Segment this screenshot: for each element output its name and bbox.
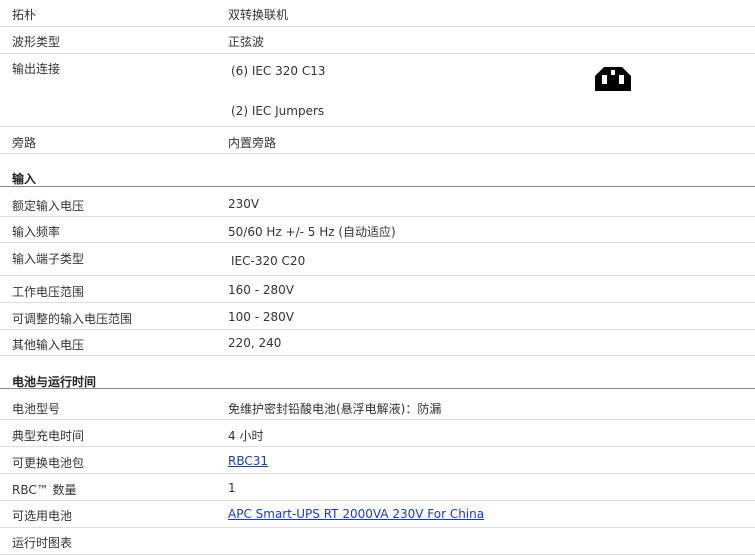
spec-value: 230V	[228, 197, 260, 211]
spec-label: 输入频率	[12, 225, 61, 239]
spec-row-input-connection-type: 输入端子类型 IEC-320 C20	[0, 243, 755, 276]
spec-value: 50/60 Hz +/- 5 Hz (自动适应)	[228, 225, 396, 239]
spec-value: 内置旁路	[228, 136, 277, 150]
spec-row-output-connections: 输出连接 (6) IEC 320 C13 (2) IEC Jumpers	[0, 54, 755, 127]
spec-label: 旁路	[12, 136, 37, 150]
spec-row-bypass: 旁路 内置旁路	[0, 127, 755, 154]
spec-value-2: (2) IEC Jumpers	[231, 104, 325, 118]
spec-label: 可选用电池	[12, 509, 73, 523]
spec-label: 输出连接	[12, 62, 61, 76]
spec-label: 电池型号	[12, 402, 61, 416]
spec-row-topology: 拓朴 双转换联机	[0, 0, 755, 27]
spec-label: 额定输入电压	[12, 199, 85, 213]
spec-value: 免维护密封铅酸电池(悬浮电解液)：防漏	[228, 402, 442, 416]
section-title: 电池与运行时间	[12, 375, 97, 389]
iec-c13-outlet-icon	[595, 67, 631, 91]
spec-row-input-voltage-range: 工作电压范围 160 - 280V	[0, 276, 755, 303]
spec-label: 典型充电时间	[12, 429, 85, 443]
spec-label: 拓朴	[12, 8, 37, 22]
spec-value: (6) IEC 320 C13	[231, 64, 326, 78]
spec-row-waveform: 波形类型 正弦波	[0, 27, 755, 54]
spec-value: 100 - 280V	[228, 310, 294, 324]
spec-value: IEC-320 C20	[231, 254, 306, 268]
spec-row-adjustable-input-voltage-range: 可调整的输入电压范围 100 - 280V	[0, 303, 755, 330]
spec-value: 双转换联机	[228, 8, 289, 22]
spec-row-runtime-chart: 运行时图表	[0, 528, 755, 555]
spec-label: 波形类型	[12, 35, 61, 49]
spec-value: 160 - 280V	[228, 283, 294, 297]
spec-value: 220, 240	[228, 336, 282, 350]
section-heading-input: 输入	[0, 162, 755, 187]
replacement-battery-link[interactable]: RBC31	[228, 454, 268, 468]
spec-row-input-frequency: 输入频率 50/60 Hz +/- 5 Hz (自动适应)	[0, 217, 755, 243]
spec-value: 1	[228, 481, 236, 495]
spec-label: 其他输入电压	[12, 338, 85, 352]
spec-label: 可更换电池包	[12, 456, 85, 470]
spec-row-other-input-voltages: 其他输入电压 220, 240	[0, 330, 755, 356]
spec-row-rbc-quantity: RBC™ 数量 1	[0, 474, 755, 501]
spec-label: RBC™ 数量	[12, 483, 77, 497]
spec-label: 可调整的输入电压范围	[12, 312, 133, 326]
spec-value: RBC31	[228, 454, 268, 468]
spec-row-battery-type: 电池型号 免维护密封铅酸电池(悬浮电解液)：防漏	[0, 393, 755, 420]
spec-row-extended-runtime-options: 可选用电池 APC Smart-UPS RT 2000VA 230V For C…	[0, 501, 755, 528]
spec-label: 运行时图表	[12, 536, 73, 550]
spec-value: 4 小时	[228, 429, 264, 443]
extended-runtime-link[interactable]: APC Smart-UPS RT 2000VA 230V For China	[228, 507, 484, 521]
spec-row-replacement-battery: 可更换电池包 RBC31	[0, 447, 755, 474]
spec-label: 工作电压范围	[12, 285, 85, 299]
section-heading-batteries-runtime: 电池与运行时间	[0, 365, 755, 389]
spec-row-typical-recharge-time: 典型充电时间 4 小时	[0, 420, 755, 447]
spec-label: 输入端子类型	[12, 252, 85, 266]
spec-value: 正弦波	[228, 35, 265, 49]
section-title: 输入	[12, 172, 37, 186]
spec-value: APC Smart-UPS RT 2000VA 230V For China	[228, 507, 484, 521]
spec-row-nominal-input-voltage: 额定输入电压 230V	[0, 191, 755, 217]
